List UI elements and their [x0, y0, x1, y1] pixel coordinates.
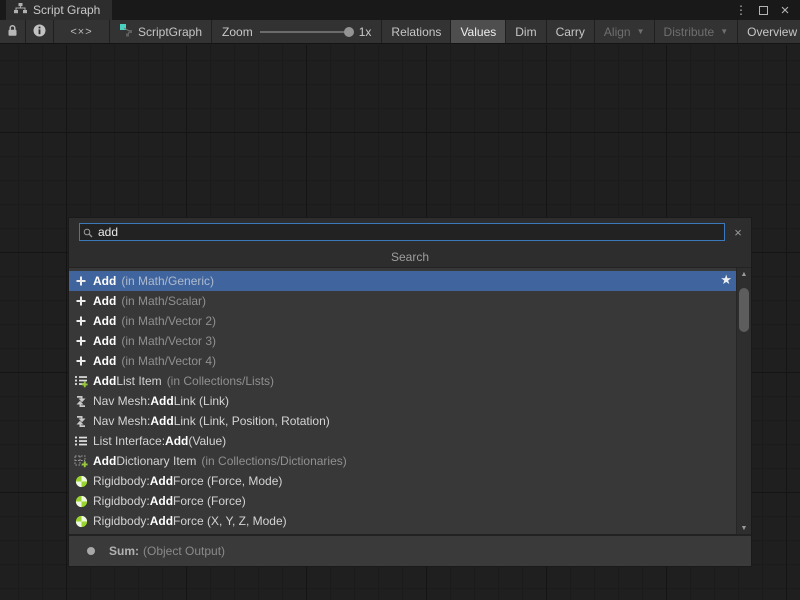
graph-asset-button[interactable]: ScriptGraph	[110, 20, 212, 43]
search-results-list: Add(in Math/Generic)★Add(in Math/Scalar)…	[69, 268, 751, 534]
list-item[interactable]: Rigidbody: Add Force (Force)	[69, 491, 736, 511]
navmesh-icon	[73, 395, 89, 408]
scroll-down-icon[interactable]: ▼	[741, 522, 748, 534]
zoom-label: Zoom	[222, 25, 253, 39]
graph-hierarchy-icon	[14, 3, 27, 17]
chevron-down-icon: ▼	[637, 27, 645, 36]
toolbar-button-relations[interactable]: Relations	[382, 20, 451, 43]
list-add-icon	[73, 375, 89, 388]
list-item[interactable]: Add(in Math/Generic)★	[69, 271, 736, 291]
scroll-up-icon[interactable]: ▲	[741, 268, 748, 280]
lock-icon	[7, 24, 18, 40]
list-item[interactable]: Add Dictionary Item(in Collections/Dicti…	[69, 451, 736, 471]
navmesh-icon	[73, 415, 89, 428]
graph-name-label: ScriptGraph	[138, 25, 202, 39]
zoom-slider[interactable]	[260, 31, 352, 33]
clear-search-icon[interactable]: ×	[731, 225, 745, 240]
fuzzy-finder-dialog: × Search Add(in Math/Generic)★Add(in Mat…	[68, 217, 752, 567]
toolbar-button-align[interactable]: Align▼	[595, 20, 655, 43]
list-item[interactable]: Nav Mesh: Add Link (Link, Position, Rota…	[69, 411, 736, 431]
inspector-button[interactable]	[26, 20, 54, 43]
zoom-control: Zoom 1x	[212, 20, 382, 43]
window-menu-icon[interactable]: ⋮	[732, 1, 750, 19]
list-item[interactable]: Nav Mesh: Add Link (Link)	[69, 391, 736, 411]
toolbar-button-overview[interactable]: Overview	[738, 20, 800, 43]
search-icon	[83, 227, 93, 241]
plus-icon	[73, 355, 89, 367]
close-icon[interactable]: ×	[776, 1, 794, 19]
tab-title: Script Graph	[33, 3, 100, 17]
plus-icon	[73, 315, 89, 327]
rigidbody-icon	[73, 495, 89, 508]
scrollbar-thumb[interactable]	[739, 288, 749, 332]
plus-icon	[73, 295, 89, 307]
dict-add-icon	[73, 455, 89, 468]
zoom-value: 1x	[359, 25, 372, 39]
tab-script-graph[interactable]: Script Graph	[6, 0, 112, 20]
rigidbody-icon	[73, 515, 89, 528]
scrollbar[interactable]: ▲ ▼	[736, 268, 751, 534]
rigidbody-icon	[73, 475, 89, 488]
footer-output-type: (Object Output)	[143, 544, 225, 558]
list-icon	[73, 435, 89, 447]
graph-toolbar: <×> ScriptGraph Zoom 1x RelationsValuesD…	[0, 20, 800, 44]
selection-preview-footer: Sum: (Object Output)	[69, 534, 751, 566]
search-results-rows: Add(in Math/Generic)★Add(in Math/Scalar)…	[69, 271, 736, 531]
chevron-down-icon: ▼	[720, 27, 728, 36]
search-results-header: Search	[69, 246, 751, 268]
toolbar-button-values[interactable]: Values	[451, 20, 506, 43]
list-item[interactable]: Rigidbody: Add Force (Force, Mode)	[69, 471, 736, 491]
code-icon: <×>	[70, 26, 92, 38]
toolbar-button-carry[interactable]: Carry	[547, 20, 595, 43]
maximize-icon[interactable]	[754, 1, 772, 19]
search-input[interactable]	[79, 223, 725, 241]
search-strip: ×	[69, 218, 751, 246]
script-graph-icon	[119, 23, 134, 40]
list-item[interactable]: Add List Item(in Collections/Lists)	[69, 371, 736, 391]
zoom-slider-handle[interactable]	[344, 27, 354, 37]
list-item[interactable]: Add(in Math/Scalar)	[69, 291, 736, 311]
plus-icon	[73, 335, 89, 347]
search-box	[79, 223, 725, 241]
search-header-label: Search	[391, 250, 429, 264]
list-item[interactable]: Add(in Math/Vector 2)	[69, 311, 736, 331]
toolbar-toggle-group: RelationsValuesDimCarryAlign▼Distribute▼…	[382, 20, 800, 43]
footer-text: Sum: (Object Output)	[109, 544, 225, 558]
title-bar: Script Graph ⋮ ×	[0, 0, 800, 20]
info-icon	[33, 24, 46, 40]
list-item[interactable]: Rigidbody: Add Force (X, Y, Z, Mode)	[69, 511, 736, 531]
plus-icon	[73, 275, 89, 287]
footer-output-name: Sum:	[109, 544, 139, 558]
output-port-icon	[87, 547, 95, 555]
toolbar-button-dim[interactable]: Dim	[506, 20, 546, 43]
toolbar-button-distribute[interactable]: Distribute▼	[655, 20, 739, 43]
list-item[interactable]: List Interface: Add (Value)	[69, 431, 736, 451]
favorite-star-icon[interactable]: ★	[720, 272, 732, 288]
lock-button[interactable]	[0, 20, 26, 43]
window-controls: ⋮ ×	[732, 0, 800, 20]
code-preview-button[interactable]: <×>	[54, 20, 110, 43]
list-item[interactable]: Add(in Math/Vector 4)	[69, 351, 736, 371]
list-item[interactable]: Add(in Math/Vector 3)	[69, 331, 736, 351]
